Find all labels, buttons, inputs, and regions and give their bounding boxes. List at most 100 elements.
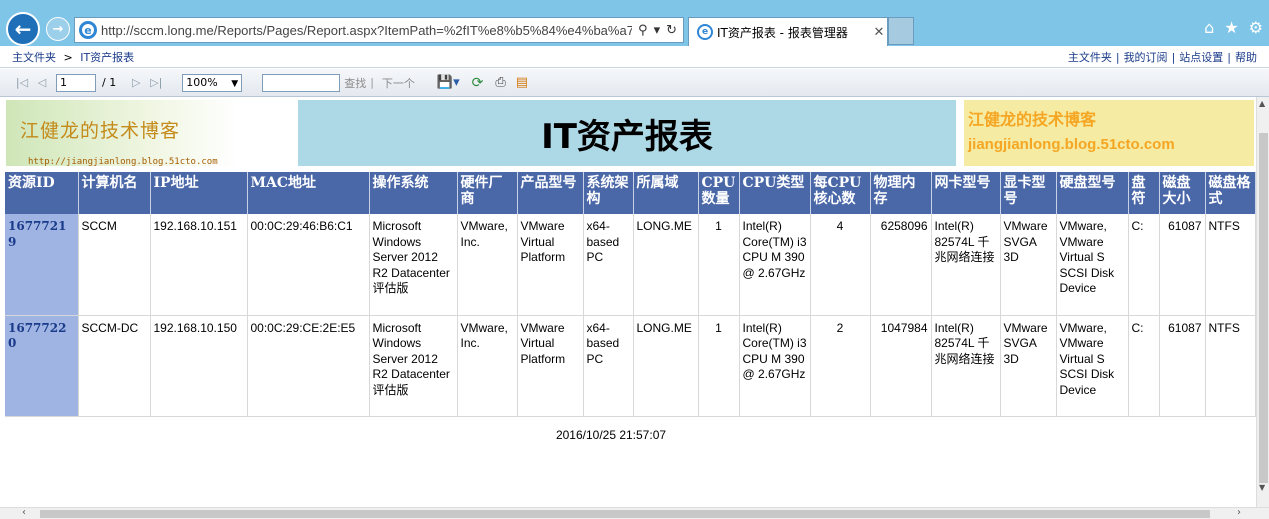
search-icon[interactable]: ⚲ bbox=[638, 23, 648, 38]
breadcrumb-current[interactable]: IT资产报表 bbox=[80, 51, 134, 64]
address-url[interactable]: http://sccm.long.me/Reports/Pages/Report… bbox=[101, 23, 632, 38]
find-input[interactable] bbox=[262, 73, 341, 92]
table-cell: VMware Virtual Platform bbox=[517, 214, 584, 316]
zoom-select[interactable]: 100% bbox=[182, 73, 243, 92]
report-title: IT资产报表 bbox=[298, 100, 956, 166]
table-cell: 1 bbox=[698, 315, 740, 417]
link-separator: | bbox=[1171, 50, 1176, 64]
data-feed-icon[interactable]: ▤ bbox=[516, 75, 528, 90]
link-separator: | bbox=[1227, 50, 1231, 64]
table-cell: LONG.ME bbox=[633, 214, 699, 316]
previous-page-icon[interactable]: ◁ bbox=[32, 76, 52, 89]
table-cell: Intel(R) 82574L 千兆网络连接 bbox=[931, 214, 1001, 316]
breadcrumb-home-link[interactable]: 主文件夹 bbox=[12, 51, 56, 64]
tab-ie-logo-icon: e bbox=[697, 24, 713, 40]
column-header: 磁盘大小 bbox=[1159, 172, 1206, 214]
vertical-scrollbar[interactable]: ▲ ▼ bbox=[1256, 97, 1269, 510]
blog-url: jiangjianlong.blog.51cto.com bbox=[968, 136, 1175, 153]
last-page-icon[interactable]: ▷| bbox=[146, 76, 166, 89]
table-cell: 6258096 bbox=[870, 214, 932, 316]
find-link[interactable]: 查找 bbox=[344, 75, 366, 91]
home-icon[interactable]: ⌂ bbox=[1204, 18, 1214, 37]
export-save-icon[interactable]: 💾▾ bbox=[437, 75, 460, 90]
star-icon[interactable]: ★ bbox=[1224, 18, 1238, 37]
scroll-up-icon[interactable]: ▲ bbox=[1259, 99, 1265, 108]
home-folder-link[interactable]: 主文件夹 bbox=[1068, 51, 1112, 64]
table-row: 16777220 SCCM-DC 192.168.10.150 00:0C:29… bbox=[5, 315, 1256, 417]
table-cell: 192.168.10.150 bbox=[150, 315, 248, 417]
table-cell: VMware, Inc. bbox=[457, 214, 518, 316]
breadcrumb: 主文件夹 > IT资产报表 bbox=[12, 49, 134, 65]
table-cell: Microsoft Windows Server 2012 R2 Datacen… bbox=[369, 214, 458, 316]
table-cell: 2 bbox=[810, 315, 871, 417]
table-cell: LONG.ME bbox=[633, 315, 699, 417]
table-cell: 1047984 bbox=[870, 315, 932, 417]
ie-logo-icon: e bbox=[79, 21, 97, 39]
site-settings-link[interactable]: 站点设置 bbox=[1179, 51, 1223, 64]
table-cell: Intel(R) Core(TM) i3 CPU M 390 @ 2.67GHz bbox=[739, 315, 811, 417]
breadcrumb-separator: > bbox=[63, 50, 73, 64]
link-separator: | bbox=[1115, 50, 1120, 64]
print-icon[interactable]: ⎙ bbox=[495, 75, 505, 90]
table-cell: 4 bbox=[810, 214, 871, 316]
header-links: 主文件夹 | 我的订阅 | 站点设置 | 帮助 bbox=[1068, 49, 1257, 65]
blog-logo-banner: 江健龙的技术博客 http://jiangjianlong.blog.51cto… bbox=[6, 100, 296, 167]
help-link[interactable]: 帮助 bbox=[1235, 51, 1257, 64]
forward-arrow-icon[interactable]: → bbox=[46, 17, 70, 41]
find-next-link[interactable]: 下一个 bbox=[382, 75, 415, 91]
new-tab-button[interactable] bbox=[888, 17, 914, 45]
scroll-left-icon[interactable]: ‹ bbox=[22, 507, 26, 518]
table-cell: VMware, VMware Virtual S SCSI Disk Devic… bbox=[1056, 214, 1129, 316]
scroll-right-icon[interactable]: › bbox=[1237, 507, 1241, 518]
table-cell: SCCM-DC bbox=[78, 315, 151, 417]
column-header: 显卡型号 bbox=[1000, 172, 1057, 214]
table-cell: NTFS bbox=[1205, 214, 1256, 316]
column-header: 网卡型号 bbox=[931, 172, 1001, 214]
gear-icon[interactable]: ⚙ bbox=[1249, 18, 1263, 37]
column-header: 盘符 bbox=[1128, 172, 1160, 214]
horizontal-scroll-thumb[interactable] bbox=[40, 510, 1210, 518]
table-cell: VMware Virtual Platform bbox=[517, 315, 584, 417]
column-header: 每CPU核心数 bbox=[810, 172, 871, 214]
address-bar[interactable]: e http://sccm.long.me/Reports/Pages/Repo… bbox=[74, 17, 684, 43]
table-cell: VMware, Inc. bbox=[457, 315, 518, 417]
table-header-row: 资源ID 计算机名 IP地址 MAC地址 操作系统 硬件厂商 产品型号 系统架构… bbox=[5, 172, 1256, 214]
close-icon[interactable]: ✕ bbox=[871, 25, 887, 40]
page-number-input[interactable]: 1 bbox=[56, 73, 96, 92]
table-cell: VMware, VMware Virtual S SCSI Disk Devic… bbox=[1056, 315, 1129, 417]
column-header: 磁盘格式 bbox=[1205, 172, 1256, 214]
horizontal-scrollbar[interactable]: ‹ › bbox=[0, 507, 1269, 519]
toolbar-separator: | bbox=[370, 76, 374, 89]
table-cell: Intel(R) 82574L 千兆网络连接 bbox=[931, 315, 1001, 417]
blog-name: 江健龙的技术博客 bbox=[968, 110, 1097, 129]
table-cell: 192.168.10.151 bbox=[150, 214, 248, 316]
browser-tab[interactable]: e IT资产报表 - 报表管理器 ✕ bbox=[688, 17, 888, 46]
column-header: 硬盘型号 bbox=[1056, 172, 1129, 214]
refresh-report-icon[interactable]: ⟳ bbox=[472, 75, 484, 91]
table-cell: 1 bbox=[698, 214, 740, 316]
table-cell: SCCM bbox=[78, 214, 151, 316]
report-body: 江健龙的技术博客 http://jiangjianlong.blog.51cto… bbox=[0, 97, 1256, 510]
first-page-icon[interactable]: |◁ bbox=[12, 76, 32, 89]
column-header: 硬件厂商 bbox=[457, 172, 518, 214]
column-header: 计算机名 bbox=[78, 172, 151, 214]
page-count: / 1 bbox=[102, 76, 117, 89]
back-arrow-icon[interactable]: ← bbox=[6, 12, 40, 46]
refresh-icon[interactable]: ↻ bbox=[666, 23, 677, 38]
table-cell: C: bbox=[1128, 315, 1160, 417]
table-cell: 00:0C:29:CE:2E:E5 bbox=[247, 315, 370, 417]
resource-id-cell: 16777219 bbox=[5, 214, 79, 316]
table-cell: NTFS bbox=[1205, 315, 1256, 417]
report-manager-header: 主文件夹 > IT资产报表 主文件夹 | 我的订阅 | 站点设置 | 帮助 bbox=[0, 46, 1269, 68]
dropdown-icon[interactable]: ▾ bbox=[654, 23, 661, 38]
table-cell: x64-based PC bbox=[583, 315, 634, 417]
my-subscriptions-link[interactable]: 我的订阅 bbox=[1124, 51, 1168, 64]
logo-url: http://jiangjianlong.blog.51cto.com bbox=[28, 157, 218, 167]
vertical-scroll-thumb[interactable] bbox=[1259, 133, 1268, 483]
column-header: 操作系统 bbox=[369, 172, 458, 214]
table-cell: 61087 bbox=[1159, 315, 1206, 417]
scroll-down-icon[interactable]: ▼ bbox=[1259, 483, 1265, 492]
blog-name-banner: 江健龙的技术博客 jiangjianlong.blog.51cto.com bbox=[964, 100, 1254, 166]
next-page-icon[interactable]: ▷ bbox=[126, 76, 146, 89]
table-cell: Intel(R) Core(TM) i3 CPU M 390 @ 2.67GHz bbox=[739, 214, 811, 316]
